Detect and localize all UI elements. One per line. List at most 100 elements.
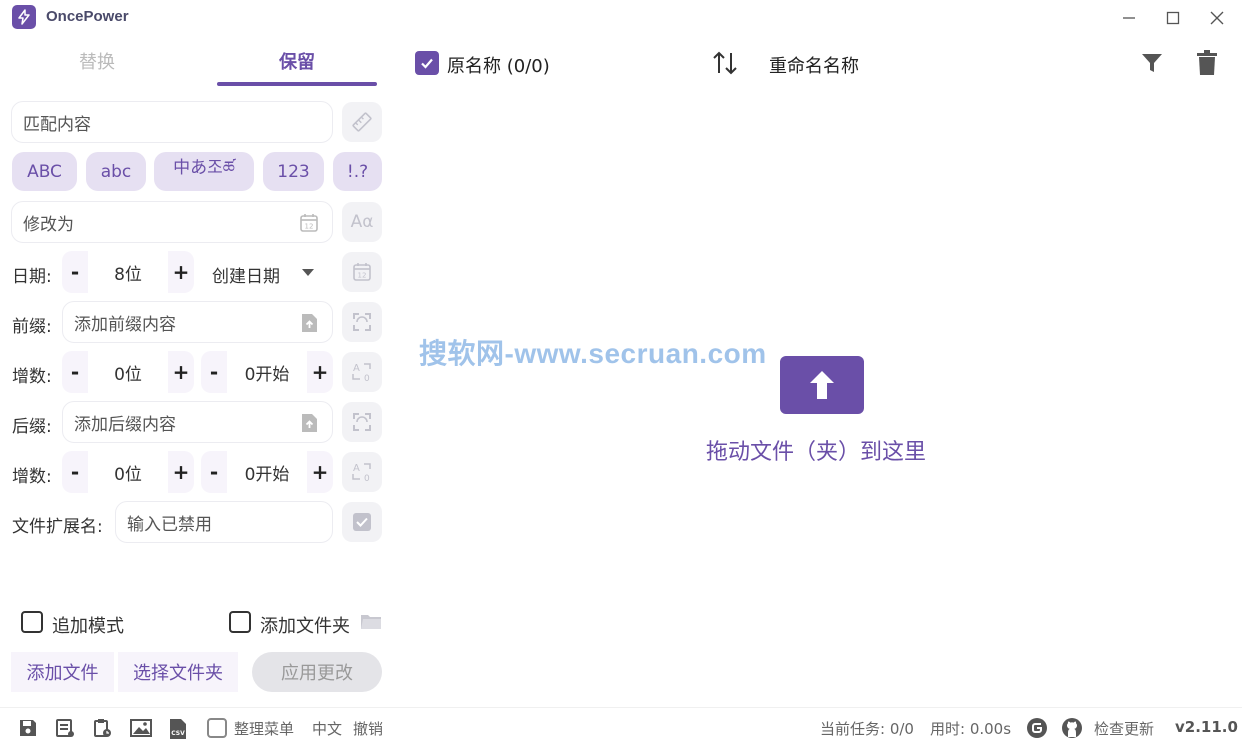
original-name-header[interactable]: 原名称 (0/0) <box>447 52 550 78</box>
chip-digits[interactable]: 123 <box>263 152 324 191</box>
suffix-start-minus-button[interactable]: - <box>201 451 227 493</box>
tab-replace[interactable]: 替换 <box>17 44 177 84</box>
upload-icon[interactable] <box>780 356 864 414</box>
elapsed-time-text: 用时: 0.00s <box>930 720 1012 738</box>
svg-text:12: 12 <box>358 272 367 280</box>
prefix-digits-stepper: - 0位 + <box>62 351 194 393</box>
suffix-digits-minus-button[interactable]: - <box>62 451 88 493</box>
match-input-placeholder: 匹配内容 <box>23 114 91 135</box>
language-toggle[interactable]: 中文 <box>312 718 342 739</box>
prefix-swap-button[interactable] <box>342 302 382 342</box>
date-plus-button[interactable]: + <box>168 251 194 293</box>
date-minus-button[interactable]: - <box>62 251 88 293</box>
apply-changes-button[interactable]: 应用更改 <box>252 652 382 692</box>
prefix-digits-value[interactable]: 0位 <box>88 360 168 385</box>
organize-menu-checkbox[interactable] <box>207 718 227 738</box>
organize-menu-label: 整理菜单 <box>234 720 295 738</box>
maximize-icon[interactable] <box>1161 6 1185 30</box>
prefix-increment-label: 增数: <box>12 367 52 387</box>
watermark-text: 搜软网-www.secruan.com <box>419 338 767 369</box>
suffix-start-stepper: - 0开始 + <box>201 451 333 493</box>
case-button[interactable]: Aα <box>342 202 382 242</box>
extension-label: 文件扩展名: <box>12 517 103 537</box>
undo-button[interactable]: 撤销 <box>353 718 383 739</box>
chevron-down-icon <box>302 269 314 276</box>
suffix-increment-label: 增数: <box>12 467 52 487</box>
modify-input-placeholder: 修改为 <box>23 214 74 235</box>
suffix-label: 后缀: <box>12 417 52 437</box>
github-icon[interactable] <box>1061 717 1083 739</box>
date-label: 日期: <box>12 267 52 287</box>
svg-text:CSV: CSV <box>171 730 185 737</box>
suffix-digits-plus-button[interactable]: + <box>168 451 194 493</box>
suffix-start-value[interactable]: 0开始 <box>227 460 307 485</box>
select-folder-button[interactable]: 选择文件夹 <box>118 652 238 692</box>
svg-text:A: A <box>353 363 360 374</box>
upload-file-icon[interactable] <box>298 412 320 434</box>
insert-date-button[interactable]: 12 <box>342 252 382 292</box>
close-icon[interactable] <box>1205 6 1229 30</box>
calendar-icon[interactable]: 12 <box>298 212 320 234</box>
tab-keep[interactable]: 保留 <box>217 44 377 84</box>
svg-text:12: 12 <box>305 223 314 231</box>
add-file-button[interactable]: 添加文件 <box>11 652 114 692</box>
prefix-digits-minus-button[interactable]: - <box>62 351 88 393</box>
csv-icon[interactable]: CSV <box>168 718 188 739</box>
version-text: v2.11.0 <box>1175 718 1238 736</box>
calendar-icon: 12 <box>353 263 371 281</box>
title-bar: OncePower <box>0 0 1242 36</box>
chip-lowercase[interactable]: abc <box>86 152 146 191</box>
app-logo-icon <box>12 5 36 29</box>
extension-toggle-button[interactable] <box>342 502 382 542</box>
prefix-label: 前缀: <box>12 317 52 337</box>
add-folder-checkbox[interactable] <box>229 611 251 633</box>
suffix-input[interactable]: 添加后缀内容 <box>62 401 333 443</box>
suffix-digits-stepper: - 0位 + <box>62 451 194 493</box>
suffix-increment-mode-button[interactable]: A0 <box>342 452 382 492</box>
clipboard-history-icon[interactable] <box>92 718 112 738</box>
prefix-input-placeholder: 添加前缀内容 <box>74 314 176 335</box>
append-mode-checkbox[interactable] <box>21 611 43 633</box>
font-case-icon: Aα <box>350 212 374 232</box>
gitee-icon[interactable] <box>1026 717 1048 739</box>
add-folder-label: 添加文件夹 <box>260 616 350 637</box>
date-type-dropdown[interactable]: 创建日期 <box>212 262 314 287</box>
date-digits-value[interactable]: 8位 <box>88 260 168 285</box>
trash-icon[interactable] <box>1196 50 1218 76</box>
folder-icon[interactable] <box>360 611 382 631</box>
drop-zone-hint: 拖动文件（夹）到这里 <box>706 440 927 465</box>
check-update-link[interactable]: 检查更新 <box>1094 718 1154 739</box>
refresh-icon <box>353 313 371 331</box>
active-tab-indicator <box>217 82 377 86</box>
minimize-icon[interactable] <box>1117 6 1141 30</box>
prefix-digits-plus-button[interactable]: + <box>168 351 194 393</box>
ruler-button[interactable] <box>342 102 382 142</box>
prefix-increment-mode-button[interactable]: A0 <box>342 352 382 392</box>
suffix-swap-button[interactable] <box>342 402 382 442</box>
prefix-start-minus-button[interactable]: - <box>201 351 227 393</box>
suffix-start-plus-button[interactable]: + <box>307 451 333 493</box>
chip-cjk[interactable]: 中あ조ཚ <box>154 152 254 191</box>
current-task-text: 当前任务: 0/0 <box>820 720 914 738</box>
modify-input[interactable]: 修改为 12 <box>11 201 333 243</box>
check-icon <box>421 58 433 69</box>
prefix-start-stepper: - 0开始 + <box>201 351 333 393</box>
select-all-checkbox[interactable] <box>415 51 439 75</box>
prefix-start-plus-button[interactable]: + <box>307 351 333 393</box>
rename-name-header[interactable]: 重命名名称 <box>769 52 859 78</box>
image-icon[interactable] <box>130 718 152 738</box>
suffix-digits-value[interactable]: 0位 <box>88 460 168 485</box>
filter-icon[interactable] <box>1140 51 1164 75</box>
upload-file-icon[interactable] <box>298 312 320 334</box>
chip-uppercase[interactable]: ABC <box>12 152 77 191</box>
sort-icon[interactable] <box>711 49 739 77</box>
save-icon[interactable] <box>18 718 38 738</box>
prefix-input[interactable]: 添加前缀内容 <box>62 301 333 343</box>
chip-symbols[interactable]: !.? <box>333 152 382 191</box>
ruler-icon <box>352 112 372 132</box>
list-icon[interactable] <box>55 718 75 738</box>
append-mode-label: 追加模式 <box>52 616 124 637</box>
prefix-start-value[interactable]: 0开始 <box>227 360 307 385</box>
extension-input[interactable]: 输入已禁用 <box>115 501 333 543</box>
match-input[interactable]: 匹配内容 <box>11 101 333 143</box>
